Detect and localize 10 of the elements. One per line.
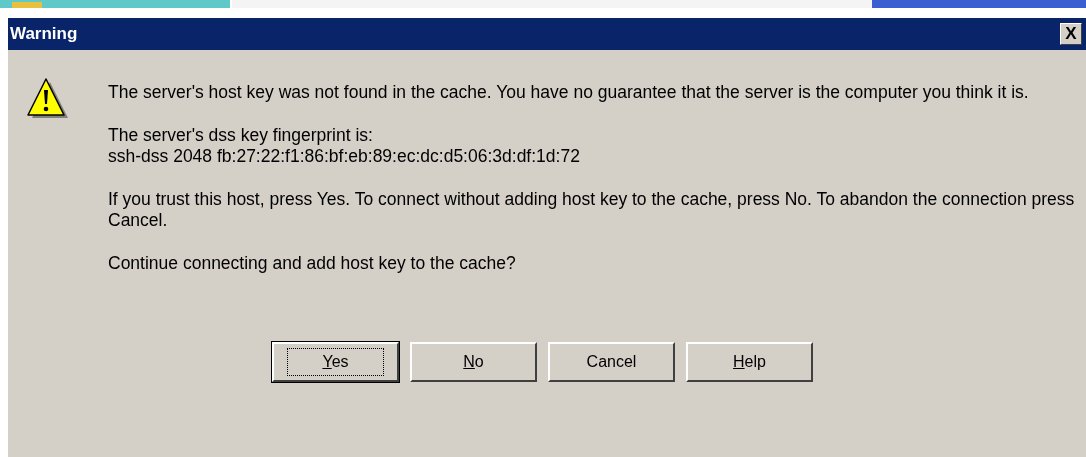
message-text: Continue connecting and add host key to the cache?: [108, 253, 517, 274]
dialog-button[interactable]: Cancel: [548, 342, 675, 382]
close-button[interactable]: X: [1060, 23, 1082, 45]
message-text: The server's dss key fingerprint is: ssh-dss 2048 fb:27:22:f1:86:bf:eb:89:ec:dc:d5:06:3d:df:1d:72: [108, 125, 581, 167]
window-title: Warning: [10, 24, 78, 44]
message-text: The server's host key was not found in the cache. You have no guarantee that the server is the computer you think it is.: [108, 82, 1030, 103]
message-text: If you trust this host, press Yes. To connect without adding host key to the cache, press No. To abandon the connection press Cancel.: [108, 189, 1076, 231]
dialog-button[interactable]: Yes: [272, 342, 399, 382]
dialog-button[interactable]: No: [410, 342, 537, 382]
dialog-button[interactable]: Help: [686, 342, 813, 382]
